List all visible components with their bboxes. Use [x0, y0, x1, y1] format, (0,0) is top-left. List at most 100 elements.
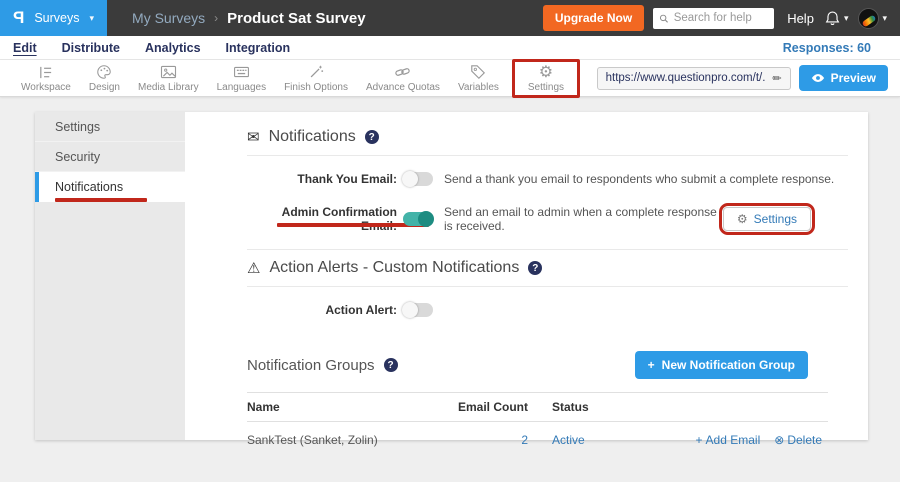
survey-url-field[interactable]: https://www.questionpro.com/t/. ✏ [597, 67, 791, 90]
help-icon[interactable]: ? [528, 261, 542, 275]
add-email-link[interactable]: +Add Email [696, 433, 761, 447]
tab-analytics[interactable]: Analytics [145, 41, 201, 55]
settings-button-annotation-box: ⚙ Settings [719, 203, 815, 235]
action-alert-row: Action Alert: [247, 299, 848, 321]
toolbar-media-library-label: Media Library [138, 82, 199, 93]
avatar [858, 8, 879, 29]
toolbar-variables-label: Variables [458, 82, 499, 93]
preview-button[interactable]: Preview [799, 65, 888, 91]
tab-integration[interactable]: Integration [226, 41, 291, 55]
admin-confirmation-email-label: Admin Confirmation Email: [247, 205, 397, 233]
toolbar-advance-quotas[interactable]: Advance Quotas [357, 64, 449, 93]
magic-wand-icon [308, 64, 324, 81]
toolbar-media-library[interactable]: Media Library [129, 64, 208, 93]
new-notification-group-button[interactable]: + New Notification Group [635, 351, 808, 379]
chain-links-icon [394, 64, 411, 81]
settings-sidebar: Settings Security Notifications [35, 112, 185, 440]
divider [247, 249, 848, 250]
responses-count[interactable]: Responses: 60 [783, 41, 871, 55]
notification-groups-header: Notification Groups ? + New Notification… [247, 351, 848, 379]
surveys-app-menu[interactable]: P Surveys ▾ [0, 0, 107, 36]
edit-toolbar: Workspace Design Media Library Languages… [0, 60, 900, 97]
notification-groups-table: Name Email Count Status SankTest (Sanket… [247, 392, 828, 458]
palette-icon [96, 64, 112, 81]
add-email-label: Add Email [706, 433, 761, 447]
column-header-name: Name [247, 400, 438, 414]
toolbar-languages[interactable]: Languages [208, 64, 276, 93]
notifications-annotation-underline [55, 198, 147, 202]
toolbar-advance-quotas-label: Advance Quotas [366, 82, 440, 93]
divider [247, 286, 848, 287]
search-icon [659, 13, 669, 24]
group-email-count-link[interactable]: 2 [438, 433, 528, 447]
notifications-bell-button[interactable]: ▾ [824, 10, 849, 27]
settings-annotation-box: ⚙ Settings [512, 59, 580, 98]
help-search-box[interactable] [653, 8, 774, 29]
topbar: P Surveys ▾ My Surveys › Product Sat Sur… [0, 0, 900, 36]
gear-icon: ⚙ [539, 64, 553, 81]
toolbar-settings[interactable]: ⚙ Settings [519, 64, 573, 93]
action-alert-label: Action Alert: [247, 303, 397, 317]
action-alerts-title: Action Alerts - Custom Notifications [269, 259, 519, 277]
tab-edit[interactable]: Edit [13, 41, 37, 55]
eye-icon [811, 73, 825, 83]
keyboard-icon [233, 64, 250, 81]
notifications-title: Notifications [269, 128, 356, 146]
tag-icon [470, 64, 486, 81]
notification-groups-title: Notification Groups [247, 357, 375, 374]
envelope-icon: ✉ [247, 128, 260, 146]
help-link[interactable]: Help [787, 11, 814, 26]
toolbar-workspace[interactable]: Workspace [12, 64, 80, 93]
breadcrumb: My Surveys › Product Sat Survey [132, 10, 366, 27]
help-icon[interactable]: ? [365, 130, 379, 144]
thank-you-email-toggle[interactable] [403, 172, 433, 186]
preview-button-label: Preview [831, 71, 876, 85]
chevron-down-icon: ▾ [90, 13, 95, 24]
group-actions: +Add Email ⊗Delete [658, 433, 828, 447]
action-alerts-section-header: ⚠ Action Alerts - Custom Notifications ? [247, 259, 848, 277]
notifications-content: ✉ Notifications ? Thank You Email: Send … [185, 112, 868, 440]
sidebar-item-settings[interactable]: Settings [35, 112, 185, 142]
chevron-down-icon: ▾ [844, 13, 849, 24]
help-icon[interactable]: ? [384, 358, 398, 372]
toolbar-design-label: Design [89, 82, 120, 93]
sidebar-item-security[interactable]: Security [35, 142, 185, 172]
sidebar-item-notifications[interactable]: Notifications [35, 172, 185, 202]
delete-link[interactable]: ⊗Delete [774, 433, 822, 447]
table-header-row: Name Email Count Status [247, 392, 828, 422]
account-menu-button[interactable]: ▾ [858, 8, 887, 29]
upgrade-now-button[interactable]: Upgrade Now [543, 5, 644, 31]
toolbar-design[interactable]: Design [80, 64, 129, 93]
divider [247, 155, 848, 156]
survey-url-text: https://www.questionpro.com/t/. [606, 72, 766, 84]
admin-email-settings-label: Settings [754, 212, 797, 226]
chevron-down-icon: ▾ [882, 13, 887, 24]
thank-you-email-row: Thank You Email: Send a thank you email … [247, 168, 848, 190]
settings-panel: Settings Security Notifications ✉ Notifi… [35, 112, 868, 440]
group-status-link[interactable]: Active [528, 433, 658, 447]
surveys-menu-label: Surveys [34, 11, 79, 25]
breadcrumb-separator-icon: › [214, 11, 218, 25]
admin-confirmation-email-description: Send an email to admin when a complete r… [444, 205, 719, 233]
plus-icon: + [696, 433, 703, 447]
help-search-input[interactable] [674, 12, 768, 24]
survey-nav-tabs: Edit Distribute Analytics Integration Re… [0, 36, 900, 60]
sidebar-item-notifications-label: Notifications [55, 180, 123, 194]
toolbar-finish-options[interactable]: Finish Options [275, 64, 357, 93]
thank-you-email-description: Send a thank you email to respondents wh… [444, 172, 834, 186]
admin-confirmation-email-toggle[interactable] [403, 212, 433, 226]
delete-circle-icon: ⊗ [774, 433, 784, 447]
column-header-email-count: Email Count [438, 400, 528, 414]
workspace-icon [37, 64, 54, 81]
edit-pencil-icon[interactable]: ✏ [772, 72, 781, 85]
action-alert-toggle[interactable] [403, 303, 433, 317]
toolbar-variables[interactable]: Variables [449, 64, 508, 93]
toolbar-workspace-label: Workspace [21, 82, 71, 93]
admin-confirmation-email-row: Admin Confirmation Email: Send an email … [247, 203, 848, 235]
plus-icon: + [648, 358, 655, 372]
questionpro-logo-icon: P [13, 8, 24, 28]
admin-email-settings-button[interactable]: ⚙ Settings [723, 207, 811, 231]
tab-distribute[interactable]: Distribute [62, 41, 120, 55]
breadcrumb-my-surveys[interactable]: My Surveys [132, 10, 205, 26]
bell-icon [824, 10, 841, 27]
